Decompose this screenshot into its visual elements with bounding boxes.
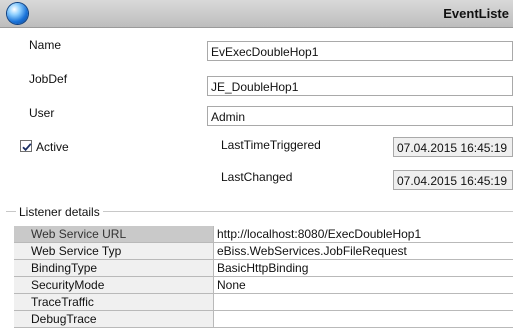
listener-property-grid[interactable]: Web Service URL http://localhost:8080/Ex…	[14, 226, 513, 332]
last-time-triggered-field: 07.04.2015 16:45:19	[393, 137, 513, 157]
property-name[interactable]: DebugTrace	[14, 311, 214, 328]
property-value[interactable]	[214, 311, 513, 328]
property-row-web-service-url[interactable]: Web Service URL http://localhost:8080/Ex…	[14, 226, 513, 243]
name-label: Name	[29, 38, 62, 52]
property-name[interactable]: Web Service Typ	[14, 243, 214, 260]
last-changed-label: LastChanged	[221, 170, 293, 184]
app-orb-icon[interactable]	[7, 3, 28, 24]
property-row-debug-trace[interactable]: DebugTrace	[14, 311, 513, 328]
last-changed-field: 07.04.2015 16:45:19	[393, 170, 513, 190]
property-value[interactable]: eBiss.WebServices.JobFileRequest	[214, 243, 513, 260]
window-title: EventListe	[443, 6, 509, 21]
property-row-trace-traffic[interactable]: TraceTraffic	[14, 294, 513, 311]
active-checkbox-row[interactable]: Active	[16, 137, 174, 156]
property-row-binding-type[interactable]: BindingType BasicHttpBinding	[14, 260, 513, 277]
last-time-triggered-label: LastTimeTriggered	[221, 138, 321, 152]
property-value[interactable]	[214, 294, 513, 311]
property-name[interactable]: BindingType	[14, 260, 214, 277]
active-checkbox[interactable]	[20, 140, 32, 152]
title-bar: EventListe	[0, 0, 513, 28]
user-field[interactable]: Admin	[207, 106, 513, 126]
user-label: User	[29, 106, 55, 120]
checkmark-icon	[22, 143, 32, 152]
property-name[interactable]: SecurityMode	[14, 277, 214, 294]
property-row-security-mode[interactable]: SecurityMode None	[14, 277, 513, 294]
property-name[interactable]: Web Service URL	[14, 226, 214, 243]
property-value[interactable]: None	[214, 277, 513, 294]
property-row-web-service-typ[interactable]: Web Service Typ eBiss.WebServices.JobFil…	[14, 243, 513, 260]
name-field[interactable]: EvExecDoubleHop1	[207, 41, 513, 61]
property-value[interactable]: BasicHttpBinding	[214, 260, 513, 277]
listener-group-label: Listener details	[16, 205, 103, 219]
active-label: Active	[36, 140, 69, 154]
jobdef-label: JobDef	[29, 72, 68, 86]
property-value[interactable]: http://localhost:8080/ExecDoubleHop1	[214, 226, 513, 243]
property-name[interactable]: TraceTraffic	[14, 294, 214, 311]
jobdef-field[interactable]: JE_DoubleHop1	[207, 76, 513, 96]
